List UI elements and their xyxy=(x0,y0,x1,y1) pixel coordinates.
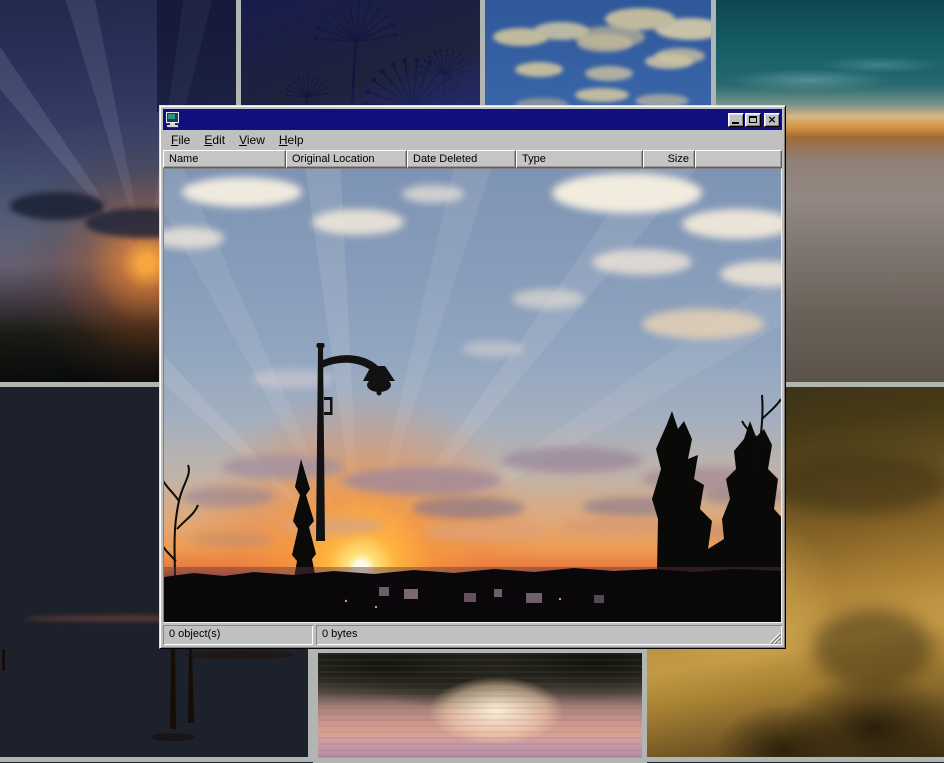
column-header-type[interactable]: Type xyxy=(516,150,643,168)
file-list-area[interactable] xyxy=(163,168,782,623)
maximize-button[interactable] xyxy=(745,113,761,127)
list-column-headers: Name Original Location Date Deleted Type… xyxy=(163,150,782,168)
column-header-name[interactable]: Name xyxy=(163,150,286,168)
photo-silhouettes xyxy=(164,169,782,623)
menu-file[interactable]: File xyxy=(164,131,197,149)
recycle-bin-window: × File Edit View Help Name Original Loca… xyxy=(159,105,786,649)
street-lamp-silhouette xyxy=(316,343,395,541)
ripple-texture xyxy=(318,653,642,758)
computer-icon xyxy=(165,112,181,127)
resize-grip[interactable] xyxy=(768,631,781,644)
titlebar[interactable]: × xyxy=(163,109,782,130)
column-header-blank[interactable] xyxy=(695,150,782,168)
column-header-date-deleted[interactable]: Date Deleted xyxy=(407,150,516,168)
close-icon: × xyxy=(767,115,776,125)
column-header-size[interactable]: Size xyxy=(643,150,695,168)
menu-edit[interactable]: Edit xyxy=(197,131,232,149)
menu-view[interactable]: View xyxy=(232,131,272,149)
overlapping-photo-corner xyxy=(157,0,236,112)
minimize-button[interactable] xyxy=(728,113,744,127)
status-total-size: 0 bytes xyxy=(316,625,782,645)
status-object-count: 0 object(s) xyxy=(163,625,313,645)
maximize-icon xyxy=(749,116,757,123)
menu-bar: File Edit View Help xyxy=(163,130,782,150)
wallpaper-photo-water-reflection xyxy=(313,648,647,763)
minimize-icon xyxy=(732,122,739,124)
status-bar: 0 object(s) 0 bytes xyxy=(163,625,782,645)
close-button[interactable]: × xyxy=(764,113,780,127)
sunset-streetlamp-photo xyxy=(164,169,781,622)
menu-help[interactable]: Help xyxy=(272,131,311,149)
column-header-original-location[interactable]: Original Location xyxy=(286,150,407,168)
